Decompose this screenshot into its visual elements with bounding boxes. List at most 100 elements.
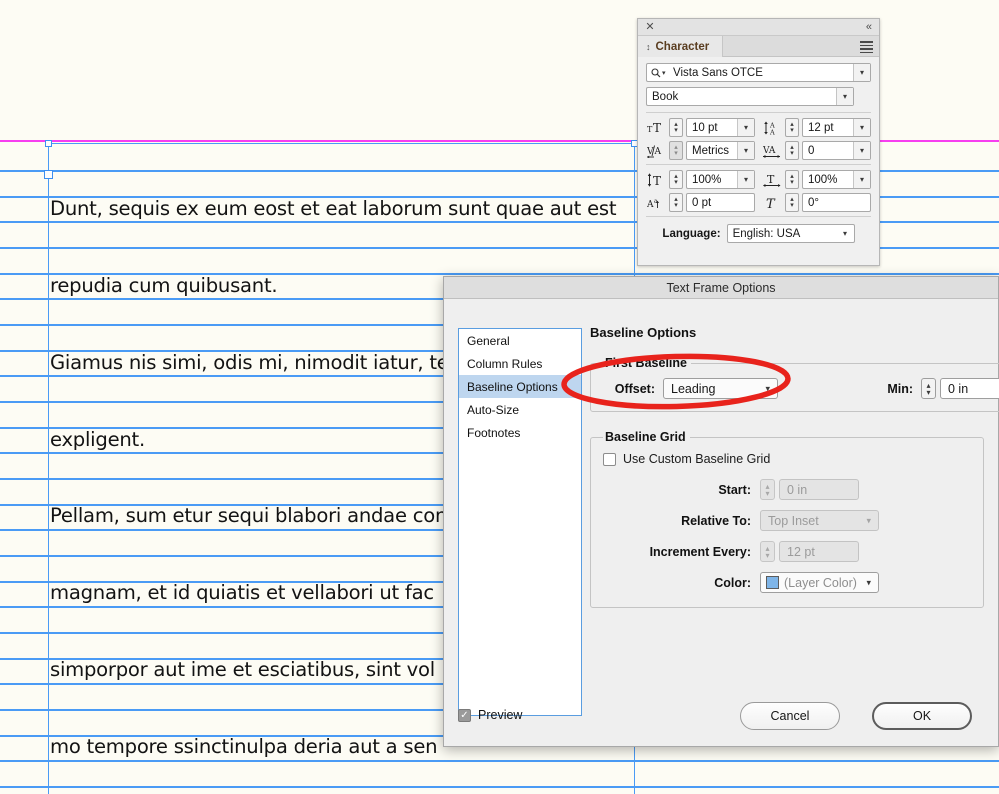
chevron-down-icon[interactable]: ▾ [853,171,870,188]
leading-field[interactable]: 12 pt ▾ [802,118,871,137]
chevron-down-icon[interactable]: ▾ [737,119,754,136]
category-general-label: General [467,333,510,348]
offset-select[interactable]: Leading ▾ [663,378,778,399]
font-size-field[interactable]: 10 pt ▾ [686,118,755,137]
preview-label: Preview [478,708,523,722]
skew-stepper[interactable]: ▴ ▾ [785,193,799,212]
color-row: Color: (Layer Color) ▾ [603,572,971,593]
kerning-value: Metrics [692,144,730,157]
doc-line: Dunt, sequis ex eum eost et eat laborum … [50,197,617,221]
category-baseline-options-label: Baseline Options [467,379,558,394]
character-panel-body: ▾ Vista Sans OTCE ▾ Book ▾ TT ▴ ▾ 10 pt … [638,57,879,243]
start-stepper[interactable]: ▴ ▾ [760,479,775,500]
baseline-shift-stepper[interactable]: ▴ ▾ [669,193,683,212]
baseline-shift-field[interactable]: 0 pt [686,193,755,212]
increment-every-stepper[interactable]: ▴ ▾ [760,541,775,562]
chevron-down-icon[interactable]: ▾ [836,88,853,105]
vertical-scale-stepper[interactable]: ▴ ▾ [669,170,683,189]
svg-text:A: A [769,128,775,135]
category-general[interactable]: General [459,329,581,352]
category-footnotes[interactable]: Footnotes [459,421,581,444]
relative-to-label: Relative To: [681,513,751,528]
min-value: 0 in [948,381,969,396]
start-label: Start: [718,482,751,497]
chevron-down-icon[interactable]: ▾ [853,142,870,159]
svg-text:T: T [766,197,776,210]
chevron-down-icon[interactable]: ▾ [737,142,754,159]
font-family-field[interactable]: ▾ Vista Sans OTCE ▾ [646,63,871,82]
svg-text:T: T [653,174,661,187]
text-frame-options-dialog[interactable]: Text Frame Options General Column Rules … [443,276,999,747]
relative-to-select[interactable]: Top Inset ▾ [760,510,879,531]
tab-character[interactable]: ↕ Character [638,36,724,57]
increment-every-field[interactable]: 12 pt [779,541,859,562]
category-column-rules[interactable]: Column Rules [459,352,581,375]
category-baseline-options[interactable]: Baseline Options [459,375,581,398]
language-label: Language: [662,227,721,240]
leading-icon: A A [762,119,782,136]
tracking-stepper[interactable]: ▴ ▾ [785,141,799,160]
chevron-down-icon[interactable]: ▾ [866,515,871,526]
baseline-skew-row: A a ▴ ▾ 0 pt T ▴ ▾ 0° [646,193,871,212]
chevron-down-icon[interactable]: ▾ [853,64,870,81]
relative-to-value: Top Inset [768,513,819,528]
offset-value: Leading [671,381,716,396]
svg-text:T: T [653,121,661,134]
increment-every-value: 12 pt [787,544,815,559]
start-field[interactable]: 0 in [779,479,859,500]
font-style-field[interactable]: Book ▾ [646,87,854,106]
use-custom-baseline-grid-row[interactable]: Use Custom Baseline Grid [603,452,971,466]
tracking-field[interactable]: 0 ▾ [802,141,871,160]
kerning-field[interactable]: Metrics ▾ [686,141,755,160]
screen: Dunt, sequis ex eum eost et eat laborum … [0,0,999,794]
character-panel[interactable]: ✕ « ↕ Character ▾ Vista Sans OTCE ▾ Book… [637,18,880,266]
horizontal-scale-field[interactable]: 100% ▾ [802,170,871,189]
pane-title: Baseline Options [590,325,697,340]
horizontal-scale-value: 100% [808,173,838,186]
chevron-down-icon[interactable]: ▾ [765,383,770,394]
leading-value: 12 pt [808,121,834,134]
search-icon[interactable]: ▾ [647,67,668,78]
chevron-down-icon[interactable]: ▾ [866,577,871,588]
preview-row[interactable]: ✓ Preview [458,708,522,722]
dialog-title: Text Frame Options [666,280,776,295]
preview-checkbox[interactable]: ✓ [458,708,471,722]
dialog-category-list[interactable]: General Column Rules Baseline Options Au… [458,328,582,716]
character-panel-titlebar[interactable]: ✕ « [638,19,879,36]
category-footnotes-label: Footnotes [467,425,521,440]
panel-divider [646,216,871,217]
category-auto-size[interactable]: Auto-Size [459,398,581,421]
collapse-panel-icon[interactable]: « [866,20,872,34]
chevron-down-icon[interactable]: ▾ [737,171,754,188]
tab-character-label: Character [655,40,710,53]
close-icon[interactable]: ✕ [644,21,656,33]
horizontal-scale-stepper[interactable]: ▴ ▾ [785,170,799,189]
cancel-button[interactable]: Cancel [740,702,840,730]
baseline-shift-value: 0 pt [692,196,712,209]
layer-color-swatch [766,576,779,589]
character-panel-tabrow: ↕ Character [638,36,879,57]
dialog-footer: ✓ Preview Cancel OK [444,696,998,748]
chevron-down-icon[interactable]: ▾ [837,225,854,242]
chevron-down-icon[interactable]: ▾ [853,119,870,136]
tracking-value: 0 [808,144,815,157]
ok-button[interactable]: OK [872,702,972,730]
use-custom-baseline-grid-checkbox[interactable] [603,452,616,466]
leading-stepper[interactable]: ▴ ▾ [785,118,799,137]
ok-button-label: OK [912,709,932,723]
vertical-scale-field[interactable]: 100% ▾ [686,170,755,189]
color-select[interactable]: (Layer Color) ▾ [760,572,879,593]
horizontal-scale-icon: T [762,171,782,188]
min-field[interactable]: 0 in [940,378,999,399]
panel-menu-icon[interactable] [860,41,873,54]
skew-field[interactable]: 0° [802,193,871,212]
panel-divider [646,164,871,165]
font-size-stepper[interactable]: ▴ ▾ [669,118,683,137]
kerning-stepper[interactable]: ▴ ▾ [669,141,683,160]
kerning-tracking-row: V A ▴ ▾ Metrics ▾ VA ▴ ▾ 0 ▾ [646,141,871,160]
vertical-scale-value: 100% [692,173,722,186]
relative-to-row: Relative To: Top Inset ▾ [603,510,971,531]
min-stepper[interactable]: ▴ ▾ [921,378,936,399]
size-leading-row: TT ▴ ▾ 10 pt ▾ A A ▴ ▾ 12 pt ▾ [646,118,871,137]
language-field[interactable]: English: USA ▾ [726,224,855,243]
